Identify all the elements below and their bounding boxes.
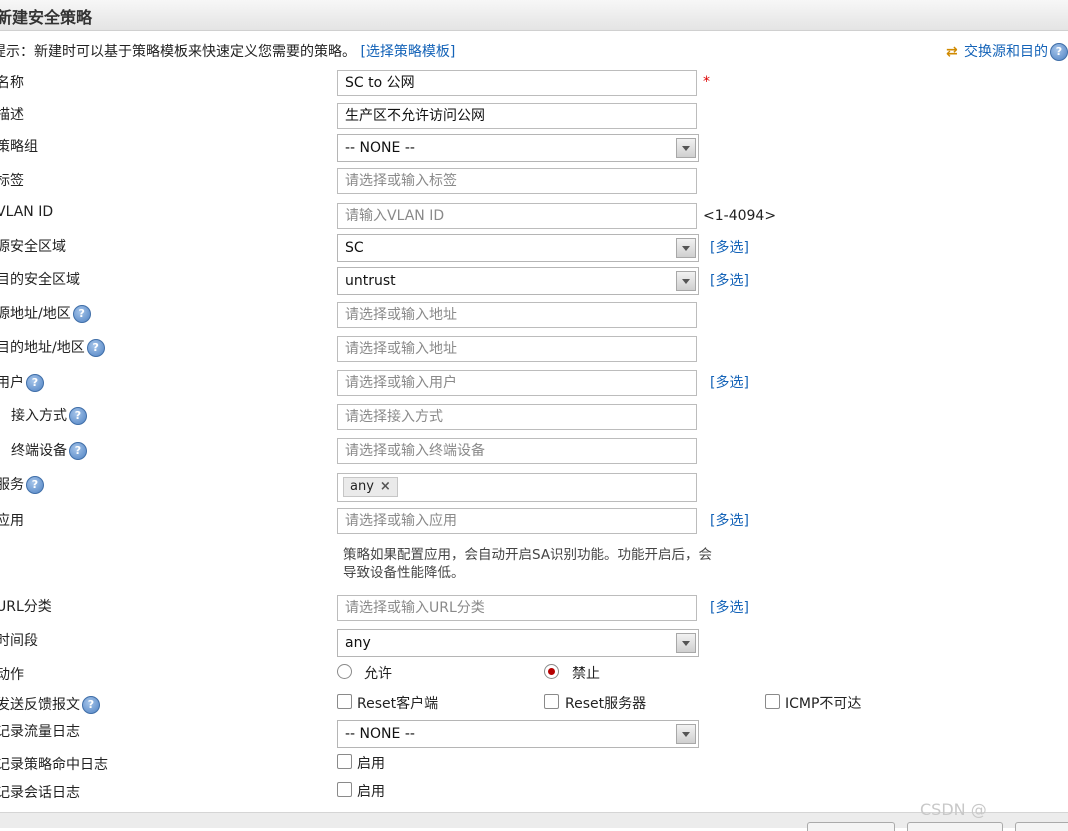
help-icon[interactable]: ? — [26, 476, 44, 494]
vlan-id-input[interactable]: 请输入VLAN ID — [337, 203, 697, 229]
select-template-link[interactable]: [选择策略模板] — [360, 44, 455, 60]
time-range-label: 时间段 — [0, 633, 38, 649]
swap-src-dst-link[interactable]: ⇄ 交换源和目的? — [946, 41, 1068, 61]
chevron-down-icon[interactable] — [676, 271, 696, 291]
source-address-input[interactable]: 请选择或输入地址 — [337, 302, 697, 328]
name-input[interactable]: SC to 公网 — [337, 70, 697, 96]
application-multi-link[interactable]: [多选] — [710, 510, 749, 530]
session-log-enable-label: 启用 — [357, 784, 385, 800]
reset-client-label: Reset客户端 — [357, 696, 439, 712]
application-note: 策略如果配置应用，会自动开启SA识别功能。功能开启后，会导致设备性能降低。 — [343, 547, 713, 581]
help-icon[interactable]: ? — [26, 374, 44, 392]
time-range-select[interactable]: any — [337, 629, 699, 657]
action-label: 动作 — [0, 667, 24, 683]
terminal-device-input[interactable]: 请选择或输入终端设备 — [337, 438, 697, 464]
policy-hit-log-enable-label: 启用 — [357, 756, 385, 772]
time-range-value: any — [345, 635, 371, 651]
reset-server-label: Reset服务器 — [565, 696, 647, 712]
source-zone-multi-link[interactable]: [多选] — [710, 237, 749, 257]
policy-group-label: 策略组 — [0, 139, 38, 155]
tag-input[interactable]: 请选择或输入标签 — [337, 168, 697, 194]
action-deny-label: 禁止 — [572, 666, 600, 682]
session-log-label: 记录会话日志 — [0, 785, 80, 801]
help-icon[interactable]: ? — [72, 305, 91, 323]
action-permit-label: 允许 — [364, 666, 392, 682]
dialog-title-bar: 新建安全策略 — [0, 0, 1068, 31]
swap-label: 交换源和目的 — [964, 44, 1048, 60]
access-mode-label: 接入方式? — [11, 405, 87, 425]
chevron-down-icon[interactable] — [676, 724, 696, 744]
name-label: 名称 — [0, 75, 24, 91]
action-permit-radio[interactable] — [337, 664, 352, 679]
tip-line: 提示：新建时可以基于策略模板来快速定义您需要的策略。 [选择策略模板] — [0, 41, 455, 61]
source-zone-value: SC — [345, 240, 364, 256]
dest-zone-label: 目的安全区域 — [0, 272, 80, 288]
icmp-unreachable-label: ICMP不可达 — [785, 696, 862, 712]
chevron-down-icon[interactable] — [676, 238, 696, 258]
icmp-unreachable-checkbox[interactable] — [765, 694, 780, 709]
policy-group-value: -- NONE -- — [345, 140, 415, 156]
policy-hit-log-checkbox[interactable] — [337, 754, 352, 769]
watermark: CSDN @ — [920, 800, 987, 819]
tip-text: 提示：新建时可以基于策略模板来快速定义您需要的策略。 — [0, 44, 356, 60]
traffic-log-label: 记录流量日志 — [0, 724, 80, 740]
swap-icon: ⇄ — [946, 44, 958, 60]
application-input[interactable]: 请选择或输入应用 — [337, 508, 697, 534]
help-icon[interactable]: ? — [69, 442, 87, 460]
help-icon[interactable]: ? — [86, 339, 105, 357]
reset-server-checkbox[interactable] — [544, 694, 559, 709]
user-input[interactable]: 请选择或输入用户 — [337, 370, 697, 396]
service-tag: any × — [343, 477, 398, 497]
access-mode-input[interactable]: 请选择接入方式 — [337, 404, 697, 430]
action-deny-radio[interactable] — [544, 664, 559, 679]
user-label: 用户? — [0, 372, 44, 392]
feedback-label: 发送反馈报文? — [0, 694, 100, 714]
required-mark: * — [703, 74, 710, 90]
service-input[interactable]: any × — [337, 473, 697, 502]
source-zone-select[interactable]: SC — [337, 234, 699, 262]
remove-tag-icon[interactable]: × — [380, 479, 391, 494]
chevron-down-icon[interactable] — [676, 633, 696, 653]
policy-hit-log-label: 记录策略命中日志 — [0, 757, 108, 773]
vlan-range-hint: <1-4094> — [703, 208, 777, 224]
traffic-log-value: -- NONE -- — [345, 726, 415, 742]
source-address-label: 源地址/地区? — [0, 303, 91, 323]
dialog-title: 新建安全策略 — [0, 8, 93, 27]
traffic-log-select[interactable]: -- NONE -- — [337, 720, 699, 748]
session-log-checkbox[interactable] — [337, 782, 352, 797]
dest-address-input[interactable]: 请选择或输入地址 — [337, 336, 697, 362]
dest-address-label: 目的地址/地区? — [0, 337, 105, 357]
terminal-device-label: 终端设备? — [11, 440, 87, 460]
vlan-id-label: VLAN ID — [0, 204, 54, 220]
application-label: 应用 — [0, 513, 24, 529]
description-input[interactable]: 生产区不允许访问公网 — [337, 103, 697, 129]
reset-client-checkbox[interactable] — [337, 694, 352, 709]
help-icon[interactable]: ? — [82, 696, 100, 714]
url-category-multi-link[interactable]: [多选] — [710, 597, 749, 617]
chevron-down-icon[interactable] — [676, 138, 696, 158]
dest-zone-multi-link[interactable]: [多选] — [710, 270, 749, 290]
url-category-label: URL分类 — [0, 599, 52, 615]
help-icon[interactable]: ? — [69, 407, 87, 425]
dest-zone-select[interactable]: untrust — [337, 267, 699, 295]
user-multi-link[interactable]: [多选] — [710, 372, 749, 392]
dest-zone-value: untrust — [345, 273, 396, 289]
tag-label: 标签 — [0, 173, 24, 189]
swap-help-icon[interactable]: ? — [1050, 43, 1068, 61]
url-category-input[interactable]: 请选择或输入URL分类 — [337, 595, 697, 621]
policy-group-select[interactable]: -- NONE -- — [337, 134, 699, 162]
service-label: 服务? — [0, 474, 44, 494]
source-zone-label: 源安全区域 — [0, 239, 66, 255]
description-label: 描述 — [0, 107, 24, 123]
